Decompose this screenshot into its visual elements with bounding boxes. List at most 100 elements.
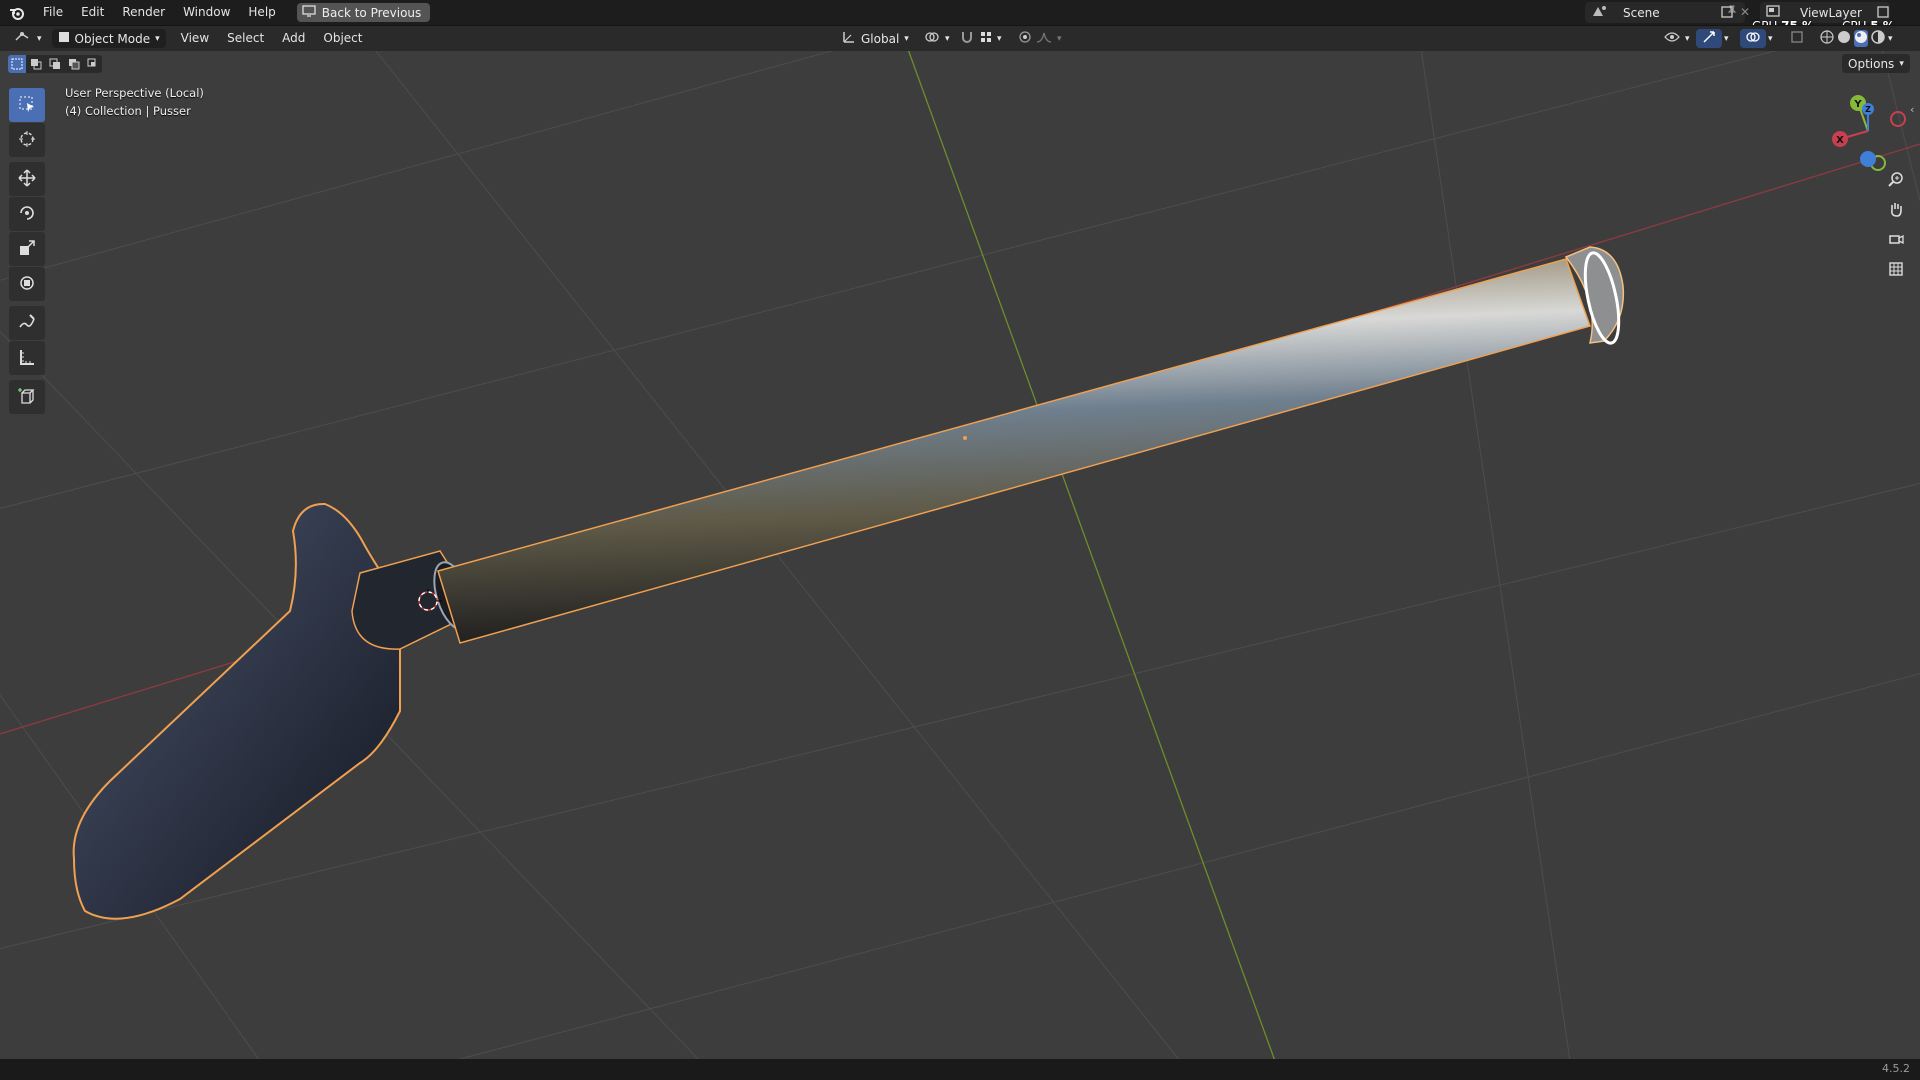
- visibility-selector[interactable]: ▾: [1658, 29, 1696, 48]
- tool-shelf: [9, 88, 45, 415]
- menu-add[interactable]: Add: [273, 26, 314, 51]
- gizmo-y-label: Y: [1853, 99, 1862, 110]
- menu-select[interactable]: Select: [218, 26, 273, 51]
- falloff-selector[interactable]: ▾: [1030, 29, 1068, 48]
- chevron-down-icon: ▾: [37, 33, 42, 44]
- pivot-point-selector[interactable]: ▾: [918, 29, 956, 48]
- hand-icon: [1888, 201, 1904, 220]
- active-collection-label: (4) Collection | Pusser: [65, 104, 191, 118]
- shading-modes[interactable]: ▾: [1814, 29, 1899, 48]
- transform-icon: [18, 274, 36, 295]
- gizmo-dropdown[interactable]: ▾: [1718, 29, 1735, 48]
- status-bar: 4.5.2: [0, 1059, 1920, 1080]
- wireframe-shading-icon[interactable]: [1820, 30, 1834, 47]
- object-origin-dot: [963, 436, 967, 440]
- viewport-scene: [0, 51, 1920, 1059]
- magnet-icon: [960, 30, 974, 47]
- cursor-icon: [18, 130, 36, 151]
- cursor-tool[interactable]: [9, 123, 45, 157]
- menu-window[interactable]: Window: [174, 0, 239, 25]
- falloff-curve-icon: [1036, 31, 1052, 46]
- options-dropdown[interactable]: Options ▾: [1842, 54, 1910, 73]
- view-perspective-label: User Perspective (Local): [65, 86, 204, 100]
- select-subtract-icon[interactable]: [46, 55, 64, 73]
- gizmo-icon: [1702, 30, 1716, 47]
- move-tool[interactable]: [9, 162, 45, 196]
- select-box-tool[interactable]: [9, 88, 45, 122]
- mode-selector[interactable]: Object Mode ▾: [51, 29, 166, 48]
- delete-scene-icon[interactable]: ✕: [1740, 5, 1750, 19]
- menu-render[interactable]: Render: [113, 0, 174, 25]
- top-menu-bar: File Edit Render Window Help Back to Pre…: [0, 0, 1920, 32]
- chevron-down-icon: ▾: [997, 33, 1002, 44]
- chevron-down-icon: ▾: [1888, 33, 1893, 44]
- annotate-pencil-icon: [18, 313, 36, 334]
- snap-target-selector[interactable]: ▾: [974, 29, 1008, 48]
- chevron-down-icon: ▾: [1768, 33, 1773, 44]
- transform-orientation-selector[interactable]: Global ▾: [836, 29, 915, 48]
- menu-help[interactable]: Help: [239, 0, 284, 25]
- ruler-icon: [18, 348, 36, 369]
- xray-icon: [1790, 30, 1804, 47]
- chevron-down-icon: ▾: [904, 33, 909, 44]
- transform-tool[interactable]: [9, 267, 45, 301]
- chevron-down-icon: ▾: [945, 33, 950, 44]
- select-extend-icon[interactable]: [27, 55, 45, 73]
- scene-icon: [1591, 4, 1609, 21]
- 3d-viewport[interactable]: User Perspective (Local) (4) Collection …: [0, 51, 1920, 1059]
- scale-tool[interactable]: [9, 232, 45, 266]
- menu-file[interactable]: File: [34, 0, 72, 25]
- grid-snap-icon: [980, 31, 992, 46]
- orientation-label: Global: [861, 31, 900, 46]
- orthographic-toggle-button[interactable]: [1883, 257, 1909, 283]
- solid-shading-icon[interactable]: [1837, 30, 1851, 47]
- menu-object[interactable]: Object: [314, 26, 371, 51]
- view-layer-name: ViewLayer: [1800, 5, 1862, 20]
- chevron-down-icon: ▾: [1724, 33, 1729, 44]
- floor-grid: [0, 51, 1920, 1059]
- select-invert-icon[interactable]: [65, 55, 83, 73]
- navigation-gizmo[interactable]: Y X Z: [1828, 91, 1918, 171]
- rendered-shading-icon[interactable]: [1871, 30, 1885, 47]
- select-new-icon[interactable]: [8, 55, 26, 73]
- chevron-down-icon: ▾: [1057, 33, 1062, 44]
- menu-edit[interactable]: Edit: [72, 0, 113, 25]
- pusser-object[interactable]: [72, 246, 1626, 920]
- menu-view[interactable]: View: [172, 26, 218, 51]
- xray-toggle[interactable]: [1784, 29, 1810, 48]
- selection-mode-buttons: [8, 55, 102, 73]
- pivot-icon: [924, 30, 940, 47]
- scale-icon: [18, 239, 36, 260]
- zoom-button[interactable]: [1883, 167, 1909, 193]
- gizmo-z-label: Z: [1865, 105, 1871, 114]
- scene-name: Scene: [1623, 5, 1660, 20]
- rotate-icon: [18, 204, 36, 225]
- camera-icon: [1888, 231, 1904, 250]
- move-icon: [18, 168, 36, 190]
- add-cube-tool[interactable]: [9, 380, 45, 414]
- 3d-viewport-icon: [14, 30, 32, 47]
- editor-type-selector[interactable]: ▾: [8, 29, 48, 48]
- sidebar-toggle-icon[interactable]: ‹: [1910, 103, 1914, 116]
- select-intersect-icon[interactable]: [84, 55, 102, 73]
- overlays-icon: [1746, 30, 1760, 47]
- zoom-icon: [1888, 171, 1904, 190]
- measure-tool[interactable]: [9, 341, 45, 375]
- grid-icon: [1888, 261, 1904, 280]
- y-axis-line: [907, 51, 1275, 1059]
- chevron-down-icon: ▾: [155, 33, 160, 44]
- options-label: Options: [1848, 56, 1895, 71]
- pan-button[interactable]: [1883, 197, 1909, 223]
- view-layer-icon: [1766, 5, 1780, 20]
- eye-icon: [1664, 31, 1680, 46]
- material-shading-icon[interactable]: [1854, 30, 1868, 47]
- rotate-tool[interactable]: [9, 197, 45, 231]
- camera-view-button[interactable]: [1883, 227, 1909, 253]
- back-to-previous-button[interactable]: Back to Previous: [296, 3, 431, 22]
- chevron-down-icon: ▾: [1685, 33, 1690, 44]
- annotate-tool[interactable]: [9, 306, 45, 340]
- gizmo-x-label: X: [1836, 135, 1844, 146]
- blender-logo-icon[interactable]: [0, 0, 34, 25]
- overlays-dropdown[interactable]: ▾: [1762, 29, 1779, 48]
- new-scene-icon[interactable]: [1720, 5, 1734, 22]
